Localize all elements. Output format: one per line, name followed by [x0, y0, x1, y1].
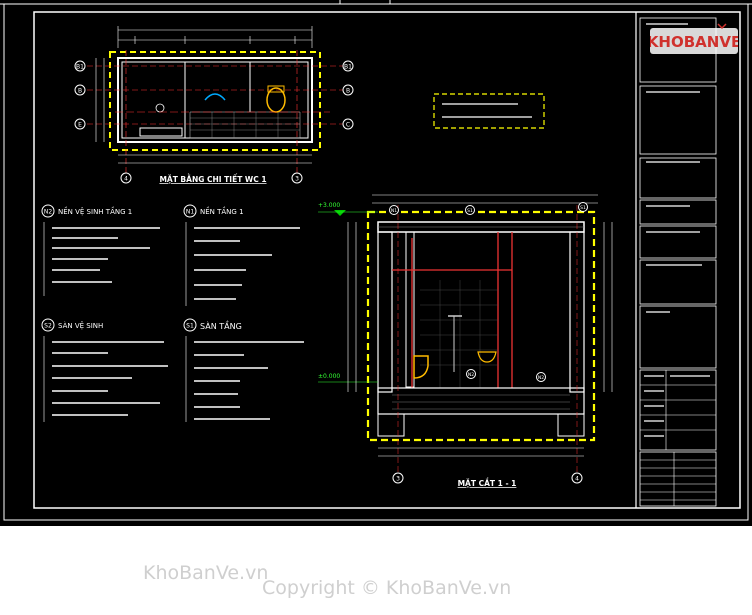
khobanve-logo: KHOBANVE — [650, 23, 738, 54]
plan-col-label: 4 — [124, 176, 128, 183]
note-title: SÀN TẦNG — [200, 319, 242, 331]
section-mark: S1 — [467, 208, 473, 214]
watermark-text: KhoBanVe.vn — [143, 562, 269, 584]
note-code: N2 — [44, 209, 52, 216]
notes-block: N2 NỀN VỆ SINH TẦNG 1 N1 NỀN TẦNG 1 S2 S… — [41, 204, 304, 422]
plan-row-label: C — [346, 122, 350, 129]
section-col-label: 4 — [575, 476, 579, 483]
note-title: NỀN TẦNG 1 — [200, 206, 244, 216]
watermark-copyright: Copyright © KhoBanVe.vn — [262, 577, 512, 599]
note-code: N1 — [186, 209, 194, 216]
drawing-frame — [33, 11, 741, 509]
section-mark: S1 — [580, 205, 586, 211]
title-block — [635, 12, 717, 508]
plan-row-label: E — [78, 122, 82, 129]
brand-text: KHOBANVE — [650, 33, 738, 51]
section-mark: N2 — [538, 375, 544, 381]
cad-drawing: B1 B E B1 B C 4 3 MẶT BẰNG CHI TIẾT WC 1… — [0, 0, 752, 521]
plan-title: MẶT BẰNG CHI TIẾT WC 1 — [159, 174, 266, 184]
section-title: MẶT CẮT 1 - 1 — [458, 478, 517, 488]
legend-box — [433, 93, 545, 129]
plan-row-label: B — [346, 88, 350, 95]
note-title: SÀN VỆ SINH — [58, 321, 103, 330]
note-code: S2 — [44, 323, 52, 330]
note-code: S1 — [186, 323, 194, 330]
plan-row-label: B1 — [76, 64, 84, 71]
section-mark: N2 — [468, 372, 474, 378]
note-title: NỀN VỆ SINH TẦNG 1 — [58, 206, 132, 216]
section-mark: N1 — [391, 208, 397, 214]
level-ground: ±0.000 — [318, 373, 340, 380]
plan-row-label: B1 — [344, 64, 352, 71]
plan-wc-1: B1 B E B1 B C 4 3 — [74, 26, 354, 184]
section-1-1: +3.000 ±0.000 3 4 N1 S1 S1 N2 N2 — [318, 194, 613, 484]
toilet-elevation — [413, 355, 429, 379]
level-top: +3.000 — [318, 202, 340, 209]
plan-col-label: 3 — [295, 176, 299, 183]
plan-row-label: B — [78, 88, 82, 95]
section-col-label: 3 — [396, 476, 400, 483]
cad-drawing-sheet: B1 B E B1 B C 4 3 MẶT BẰNG CHI TIẾT WC 1… — [0, 0, 752, 526]
door-swing-symbol — [204, 93, 226, 101]
sink-elevation — [477, 351, 497, 363]
